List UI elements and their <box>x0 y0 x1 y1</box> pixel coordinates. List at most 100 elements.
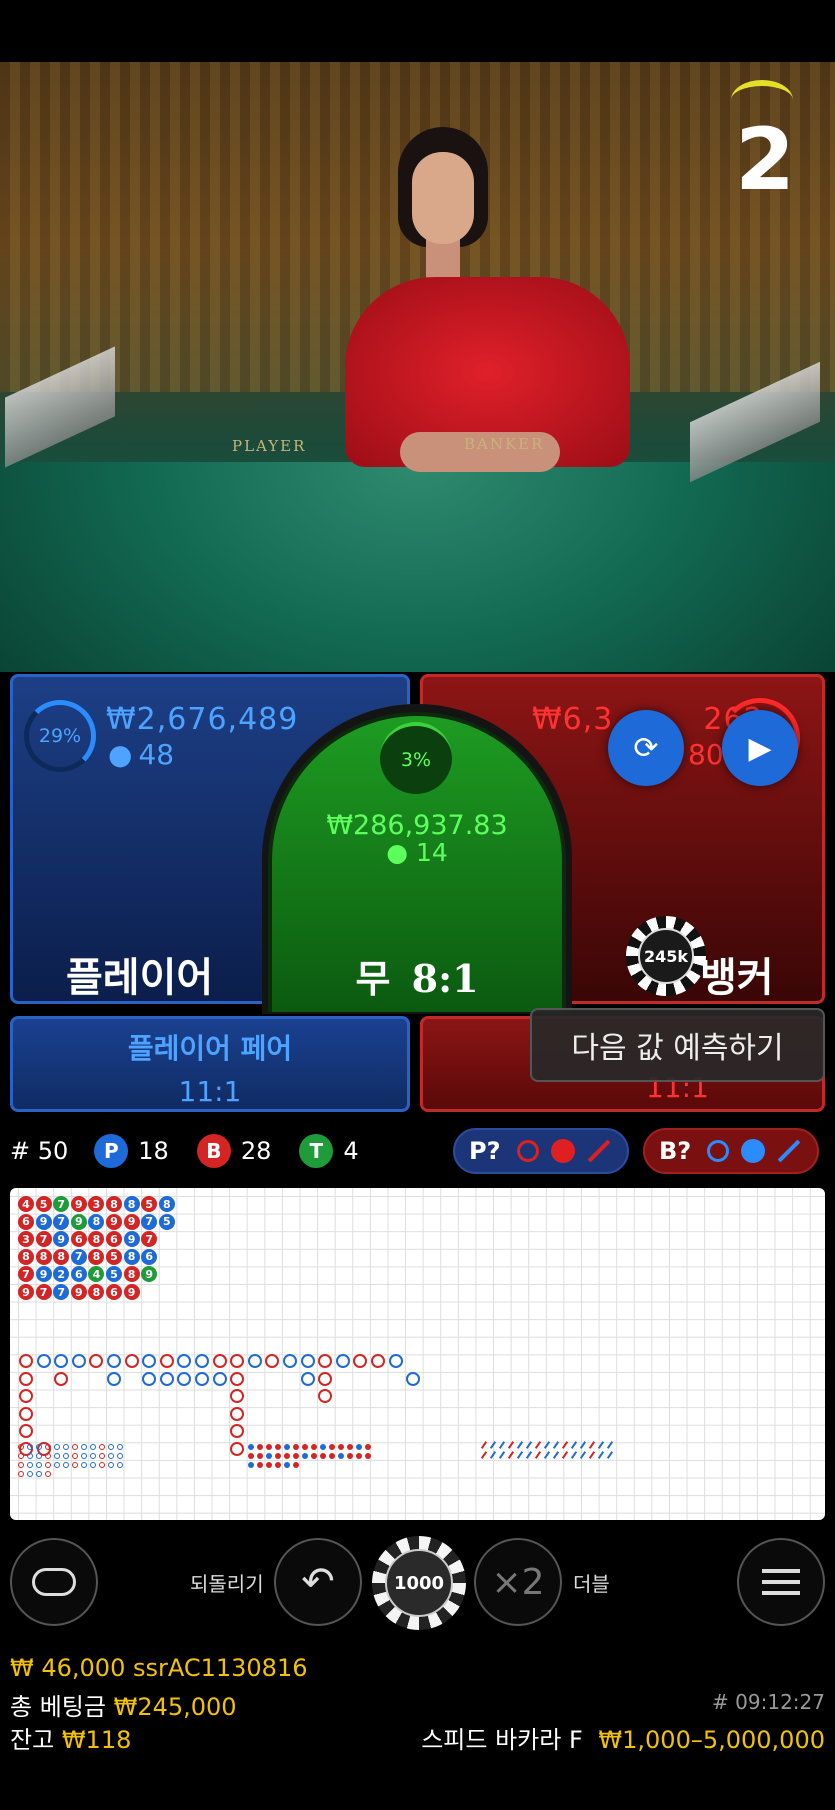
red-ring-icon <box>516 1140 539 1162</box>
derived-road-mark <box>293 1462 299 1468</box>
player-predict-button[interactable]: P? <box>453 1128 629 1174</box>
bead-road-cell: 9 <box>35 1266 52 1283</box>
bead-road-cell: 9 <box>18 1284 34 1300</box>
placed-chip-banker: 245k <box>626 916 706 996</box>
game-id: # 09:12:27 <box>712 1690 825 1714</box>
big-road-cell <box>36 1354 51 1368</box>
tie-payout: 8:1 <box>411 956 479 1001</box>
rotate-icon: ⟳ <box>633 730 659 766</box>
bead-road-cell: 5 <box>158 1213 175 1230</box>
bead-road-cell: 9 <box>123 1213 140 1230</box>
big-road-cell <box>19 1406 33 1421</box>
autoplay-button[interactable]: ▶ <box>722 710 798 786</box>
lobby-button[interactable] <box>10 1538 98 1626</box>
derived-road-mark <box>248 1462 254 1468</box>
predict-next-tooltip: 다음 값 예측하기 <box>530 1008 825 1082</box>
big-road-cell <box>371 1354 385 1368</box>
derived-road-mark <box>320 1444 326 1450</box>
bead-road-cell: 8 <box>35 1248 52 1265</box>
derived-road-mark <box>18 1453 24 1459</box>
derived-road-mark <box>329 1444 335 1450</box>
banker-count: 80 <box>688 738 724 771</box>
derived-road-mark <box>36 1444 42 1450</box>
tie-percent: 3% <box>400 749 432 771</box>
chat-bubble-icon <box>32 1568 76 1596</box>
balance-value: ₩118 <box>61 1726 132 1754</box>
derived-road-mark <box>90 1453 96 1459</box>
derived-road-mark <box>54 1453 60 1459</box>
big-road-cell <box>300 1371 315 1386</box>
person-icon: ● <box>108 738 133 771</box>
bead-road-cell: 9 <box>70 1196 87 1212</box>
derived-road-mark <box>18 1471 24 1477</box>
derived-road-mark <box>257 1462 263 1468</box>
app-root: { "video": { "round_countdown": "2", "fe… <box>0 0 835 1810</box>
derived-road-mark <box>347 1453 353 1459</box>
big-road-cell <box>124 1354 139 1368</box>
derived-road-mark <box>72 1444 78 1450</box>
bead-road-cell: 8 <box>88 1213 105 1230</box>
refresh-bets-button[interactable]: ⟳ <box>608 710 684 786</box>
derived-road-mark <box>81 1444 87 1450</box>
derived-road-mark <box>63 1444 69 1450</box>
bead-road-cell: 8 <box>53 1248 70 1265</box>
derived-road-mark <box>311 1453 317 1459</box>
tie-bet-total: ₩286,937.83 <box>326 810 508 841</box>
big-road-cell <box>71 1354 86 1368</box>
bead-road-cell: 8 <box>123 1266 140 1283</box>
big-road-cell <box>19 1354 33 1368</box>
bet-spot-player-pair[interactable]: 플레이어 페어 11:1 <box>10 1016 410 1112</box>
player-count-row: ● 48 <box>108 738 174 771</box>
bead-road-cell: 8 <box>123 1248 140 1265</box>
red-dot-icon <box>550 1139 575 1163</box>
last-win-line: ₩ 46,000 ssrAC1130816 <box>10 1654 308 1682</box>
double-button[interactable]: ×2 <box>474 1538 562 1626</box>
bead-road-cell: 6 <box>18 1213 34 1230</box>
round-countdown: 2 <box>735 110 795 210</box>
total-bet-row: 총 베팅금 ₩245,000 <box>10 1687 237 1722</box>
balance-label: 잔고 <box>10 1726 55 1754</box>
roadmap-board[interactable]: 4579388586979899753796869788878586792645… <box>10 1188 825 1520</box>
derived-road-mark <box>108 1462 114 1468</box>
dealer-face <box>412 152 474 244</box>
undo-button[interactable]: ↶ <box>274 1538 362 1626</box>
felt-player-label: PLAYER <box>232 437 307 455</box>
blue-dot-icon <box>741 1139 766 1163</box>
big-road-cell <box>318 1371 333 1386</box>
derived-road-mark <box>329 1453 335 1459</box>
table-felt <box>0 462 835 672</box>
banker-label: 뱅커 <box>700 955 774 1001</box>
bead-road-cell: 9 <box>70 1284 87 1300</box>
big-road-cell <box>335 1354 350 1368</box>
placed-chip-value: 245k <box>638 928 694 984</box>
banker-predict-button[interactable]: B? <box>643 1128 820 1174</box>
derived-road-mark <box>338 1453 344 1459</box>
big-road-cell <box>107 1354 121 1368</box>
table-info-row[interactable]: 스피드 바카라 F ₩1,000–5,000,000 <box>421 1720 825 1755</box>
tie-label-row: 무 8:1 <box>268 948 566 1003</box>
player-pair-label: 플레이어 페어 <box>127 1032 293 1065</box>
derived-road-mark <box>302 1453 308 1459</box>
derived-road-mark <box>90 1444 96 1450</box>
menu-button[interactable] <box>737 1538 825 1626</box>
derived-road-mark <box>45 1444 51 1450</box>
derived-road-mark <box>117 1453 123 1459</box>
derived-road-mark <box>27 1444 33 1450</box>
bet-limits: ₩1,000–5,000,000 <box>598 1726 825 1754</box>
bead-road-cell: 8 <box>123 1196 140 1212</box>
table-name: 스피드 바카라 F <box>421 1726 583 1754</box>
derived-road-mark <box>257 1444 263 1450</box>
derived-road-mark <box>275 1462 281 1468</box>
derived-road-mark <box>90 1462 96 1468</box>
bead-road-cell: 5 <box>35 1196 52 1212</box>
derived-road-mark <box>293 1444 299 1450</box>
derived-road-mark <box>99 1453 105 1459</box>
total-bet-label: 총 베팅금 <box>10 1693 106 1721</box>
bead-road-cell: 7 <box>70 1248 87 1265</box>
round-number: # 50 <box>10 1137 69 1165</box>
total-bet-value: ₩245,000 <box>113 1693 237 1721</box>
derived-road-mark <box>36 1462 42 1468</box>
chip-selector[interactable]: 1000 <box>372 1536 466 1630</box>
chip-value: 1000 <box>385 1549 453 1617</box>
felt-banker-label: BANKER <box>464 435 545 453</box>
